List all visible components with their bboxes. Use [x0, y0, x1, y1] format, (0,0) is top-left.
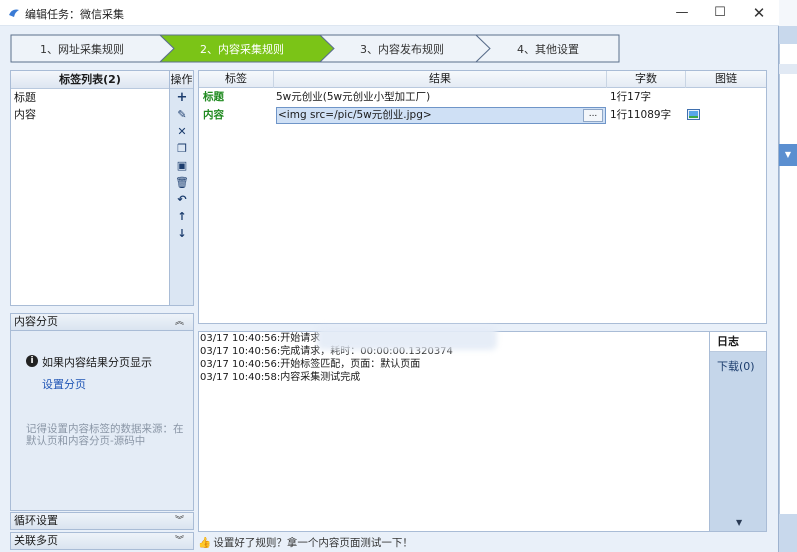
- paging-section-title: 内容分页: [14, 315, 58, 328]
- paging-info-text: 如果内容结果分页显示: [42, 356, 152, 369]
- image-link-icon[interactable]: [687, 109, 700, 120]
- chevron-down-icon[interactable]: ︾: [175, 533, 184, 549]
- row-count: 1行11089字: [610, 109, 672, 121]
- background-panel: [779, 44, 797, 514]
- tag-item-content[interactable]: 内容: [11, 106, 169, 123]
- more-button[interactable]: ...: [583, 109, 603, 122]
- tag-list-header: 标签列表(2): [11, 71, 169, 89]
- setup-paging-link[interactable]: 设置分页: [42, 376, 86, 392]
- plus-icon[interactable]: +: [170, 89, 194, 106]
- tag-item-title[interactable]: 标题: [11, 89, 169, 106]
- step-publish-rules[interactable]: 3、内容发布规则: [360, 41, 444, 57]
- background-window: ▼: [779, 0, 797, 552]
- title-bar: 编辑任务：微信采集 — ☐ ✕: [0, 0, 779, 26]
- paging-section-body: i 如果内容结果分页显示 设置分页 记得设置内容标签的数据来源：在默认页和内容分…: [10, 331, 194, 511]
- loop-section-header[interactable]: 循环设置 ︾: [10, 512, 194, 530]
- edit-task-dialog: 编辑任务：微信采集 — ☐ ✕ 1、网址采集规则 2、内容采集规则 3、内容发布…: [0, 0, 779, 552]
- background-titlebar: [779, 0, 797, 26]
- info-icon: i: [26, 355, 38, 367]
- background-bar: [779, 64, 797, 74]
- log-line: 03/17 10:40:58:内容采集测试完成: [200, 372, 361, 383]
- paging-hint: 记得设置内容标签的数据来源：在默认页和内容分页-源码中: [26, 423, 184, 447]
- arrow-down-icon[interactable]: ↓: [170, 225, 194, 242]
- trash-icon[interactable]: 🗑: [170, 174, 194, 191]
- log-side-tabs: 日志 下载(0) ▼: [710, 331, 767, 532]
- loop-section-title: 循环设置: [14, 514, 58, 527]
- status-text: 设置好了规则？拿一个内容页面测试一下！: [213, 537, 413, 549]
- window-title: 编辑任务：微信采集: [25, 8, 124, 21]
- edit-icon[interactable]: ✎: [170, 106, 194, 123]
- column-header-image[interactable]: 图链: [686, 71, 766, 88]
- result-table-header: 标签 结果 字数 图链: [199, 71, 766, 88]
- step-content-rules[interactable]: 2、内容采集规则: [200, 41, 284, 57]
- step-wizard: 1、网址采集规则 2、内容采集规则 3、内容发布规则 4、其他设置: [10, 34, 620, 63]
- copy-icon[interactable]: ❐: [170, 140, 194, 157]
- thumbs-up-icon: 👍: [198, 537, 212, 549]
- column-header-result[interactable]: 结果: [274, 71, 607, 88]
- tab-log[interactable]: 日志: [710, 332, 766, 352]
- delete-icon[interactable]: ✕: [170, 123, 194, 140]
- chevron-down-icon: ▼: [779, 144, 797, 166]
- related-section-title: 关联多页: [14, 534, 58, 547]
- row-result-selected[interactable]: <img src=/pic/5w元创业.jpg> ...: [276, 107, 606, 124]
- arrow-up-icon[interactable]: ↑: [170, 208, 194, 225]
- ops-toolbar: 操作 + ✎ ✕ ❐ ▣ 🗑 ↶ ↑ ↓: [170, 70, 194, 306]
- log-panel[interactable]: 03/17 10:40:56:开始请求 03/17 10:40:56:完成请求，…: [198, 326, 710, 532]
- chevron-up-icon[interactable]: ︽: [175, 314, 184, 330]
- log-line: 03/17 10:40:56:开始标签匹配，页面：默认页面: [200, 359, 421, 370]
- ops-header: 操作: [170, 71, 193, 89]
- row-result-text: <img src=/pic/5w元创业.jpg>: [278, 109, 432, 121]
- step-url-rules[interactable]: 1、网址采集规则: [40, 41, 124, 57]
- table-row[interactable]: 内容 <img src=/pic/5w元创业.jpg> ... 1行11089字: [199, 106, 766, 124]
- column-header-count[interactable]: 字数: [607, 71, 686, 88]
- tag-list-panel: 标签列表(2) 标题 内容: [10, 70, 170, 306]
- close-button[interactable]: ✕: [739, 0, 779, 26]
- table-row[interactable]: 标题 5w元创业(5w元创业小型加工厂) 1行17字: [199, 88, 766, 106]
- related-section-header[interactable]: 关联多页 ︾: [10, 532, 194, 550]
- paging-section-header[interactable]: 内容分页 ︽: [10, 313, 194, 331]
- paste-icon[interactable]: ▣: [170, 157, 194, 174]
- step-other-settings[interactable]: 4、其他设置: [517, 41, 579, 57]
- tab-download[interactable]: 下载(0): [710, 358, 766, 374]
- scroll-down-icon[interactable]: ▼: [736, 518, 742, 527]
- status-bar: 👍 设置好了规则？拿一个内容页面测试一下！: [198, 536, 758, 550]
- redaction-overlay: [317, 326, 497, 350]
- row-tag: 标题: [203, 91, 224, 103]
- app-logo-icon: [9, 9, 19, 17]
- row-count: 1行17字: [610, 91, 652, 103]
- result-table: 标签 结果 字数 图链 标题 5w元创业(5w元创业小型加工厂) 1行17字 内…: [198, 70, 767, 324]
- undo-icon[interactable]: ↶: [170, 191, 194, 208]
- row-result[interactable]: 5w元创业(5w元创业小型加工厂): [276, 88, 606, 106]
- minimize-button[interactable]: —: [662, 0, 702, 26]
- row-tag: 内容: [203, 109, 224, 121]
- maximize-button[interactable]: ☐: [700, 0, 740, 26]
- column-header-tag[interactable]: 标签: [199, 71, 274, 88]
- chevron-down-icon[interactable]: ︾: [175, 513, 184, 529]
